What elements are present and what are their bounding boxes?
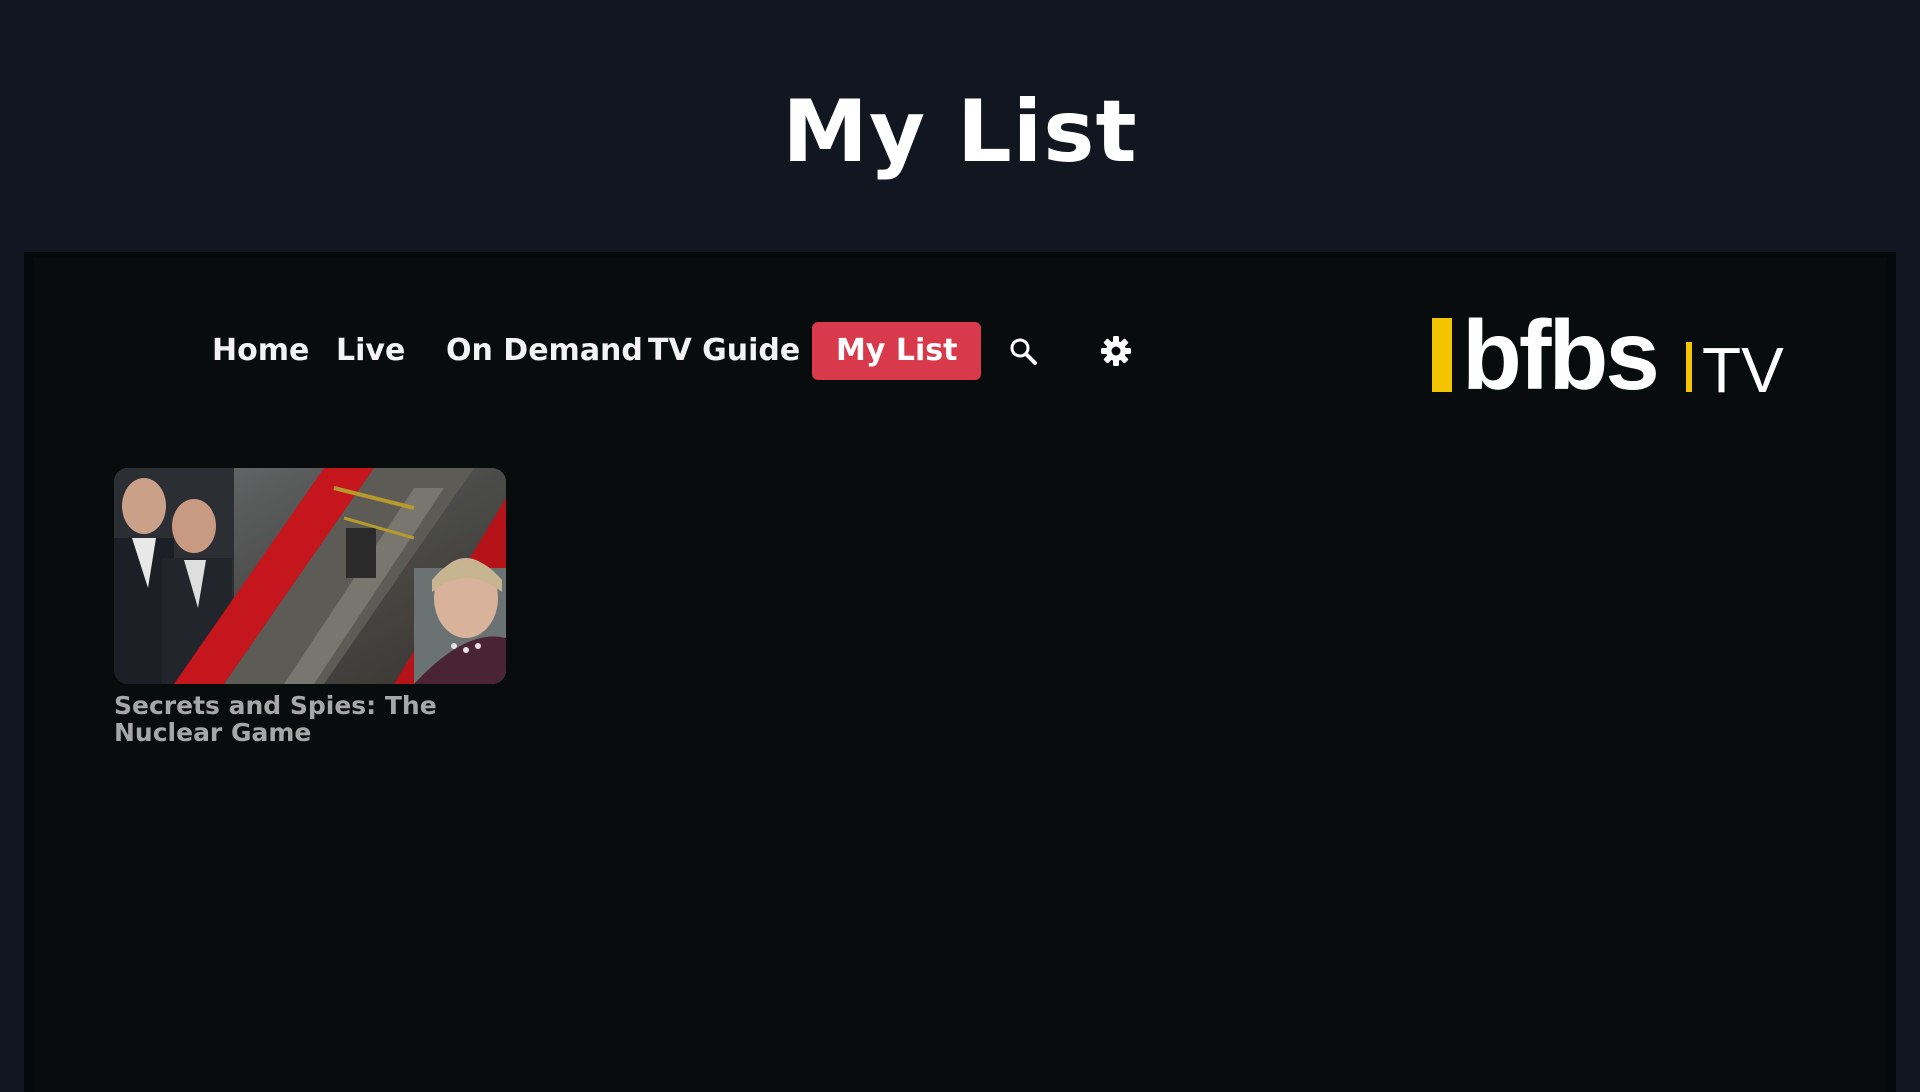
gear-icon[interactable] — [1087, 322, 1145, 380]
bfbs-tv-logo: bfbs TV — [1424, 300, 1804, 410]
page-title: My List — [782, 82, 1138, 182]
nav-item-tv-guide[interactable]: TV Guide — [624, 322, 824, 380]
programme-thumbnail[interactable] — [114, 468, 506, 684]
nav-item-my-list[interactable]: My List — [812, 322, 982, 380]
tv-app-window: Home Live On Demand TV Guide My List bfb… — [24, 252, 1896, 1092]
programme-title: Secrets and Spies: The Nuclear Game — [114, 691, 437, 747]
search-icon[interactable] — [994, 322, 1052, 380]
svg-text:TV: TV — [1702, 334, 1784, 400]
svg-text:bfbs: bfbs — [1462, 310, 1657, 400]
top-navigation: Home Live On Demand TV Guide My List bfb… — [34, 258, 1886, 458]
list-item[interactable]: Secrets and Spies: The Nuclear Game — [114, 468, 508, 746]
nav-item-live[interactable]: Live — [312, 322, 429, 380]
